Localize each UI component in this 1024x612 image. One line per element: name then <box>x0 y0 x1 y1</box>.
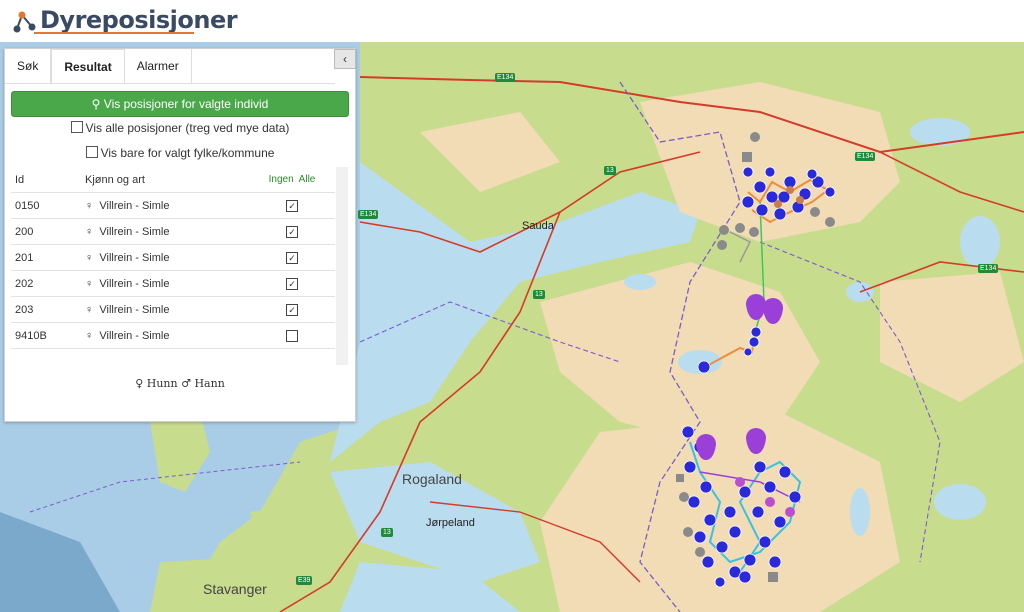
logo-underline <box>34 32 194 34</box>
species-label: Villrein - Simle <box>99 329 170 342</box>
species-label: Villrein - Simle <box>99 303 170 316</box>
species-label: Villrein - Simle <box>99 225 170 238</box>
female-icon: ♀ <box>85 199 94 212</box>
row-checkbox[interactable]: ✓ <box>286 225 298 238</box>
table-row[interactable]: 0150 ♀ Villrein - Simle ✓ <box>11 192 335 219</box>
show-all-label: Vis alle posisjoner (treg ved mye data) <box>85 121 290 135</box>
row-select: ✓ <box>249 296 335 323</box>
row-species: ♀ Villrein - Simle <box>81 322 249 349</box>
sex-legend: ♀ Hunn ♂ Hann <box>135 377 225 390</box>
place-label: Stavanger <box>203 581 267 597</box>
place-label: Jørpeland <box>426 517 475 529</box>
row-select: ✓ <box>249 270 335 297</box>
row-species: ♀ Villrein - Simle <box>81 192 249 219</box>
row-checkbox[interactable]: ✓ <box>286 277 298 290</box>
table-scrollbar[interactable] <box>336 167 348 365</box>
road-shield: 13 <box>533 290 545 299</box>
show-positions-label: Vis posisjoner for valgte individ <box>103 97 269 111</box>
road-shield: E134 <box>495 73 516 82</box>
row-id: 202 <box>11 270 81 297</box>
filter-checkbox[interactable] <box>85 146 98 158</box>
panel-tabs: Søk Resultat Alarmer <box>5 49 335 84</box>
row-select: ✓ <box>249 244 335 271</box>
select-none-link[interactable]: Ingen <box>269 174 294 185</box>
road-shield: 13 <box>381 528 393 537</box>
app-logo[interactable]: Dyreposisjoner <box>12 6 238 34</box>
row-id: 200 <box>11 218 81 245</box>
app-title: Dyreposisjoner <box>40 6 238 34</box>
show-positions-button[interactable]: ⚲ Vis posisjoner for valgte individ <box>11 91 349 117</box>
road-shield: E134 <box>978 264 999 273</box>
row-species: ♀ Villrein - Simle <box>81 244 249 271</box>
show-all-option[interactable]: Vis alle posisjoner (treg ved mye data) <box>5 121 355 135</box>
species-label: Villrein - Simle <box>99 277 170 290</box>
row-species: ♀ Villrein - Simle <box>81 218 249 245</box>
result-panel: ‹ Søk Resultat Alarmer ⚲ Vis posisjoner … <box>4 48 356 422</box>
female-icon: ♀ <box>85 225 94 238</box>
col-species-header: Kjønn og art <box>81 167 249 193</box>
app-header: Dyreposisjoner <box>0 0 1024 42</box>
row-species: ♀ Villrein - Simle <box>81 270 249 297</box>
chevron-left-icon: ‹ <box>343 52 347 66</box>
place-label: Sauda <box>522 220 554 232</box>
female-icon: ♀ <box>85 251 94 264</box>
row-checkbox[interactable]: ✓ <box>286 303 298 316</box>
female-icon: ♀ <box>85 277 94 290</box>
row-select <box>249 322 335 349</box>
table-row[interactable]: 201 ♀ Villrein - Simle ✓ <box>11 244 335 271</box>
species-label: Villrein - Simle <box>99 251 170 264</box>
row-id: 201 <box>11 244 81 271</box>
place-label: Rogaland <box>402 471 462 487</box>
table-row[interactable]: 9410B ♀ Villrein - Simle <box>11 322 335 349</box>
tab-alarmer[interactable]: Alarmer <box>125 49 192 83</box>
table-row[interactable]: 202 ♀ Villrein - Simle ✓ <box>11 270 335 297</box>
filter-label: Vis bare for valgt fylke/kommune <box>100 146 275 160</box>
tab-sok[interactable]: Søk <box>5 49 52 83</box>
row-id: 9410B <box>11 322 81 349</box>
filter-option[interactable]: Vis bare for valgt fylke/kommune <box>5 146 355 160</box>
select-all-link[interactable]: Alle <box>299 174 316 185</box>
row-select: ✓ <box>249 192 335 219</box>
female-icon: ♀ <box>85 303 94 316</box>
road-shield: E134 <box>358 210 379 219</box>
row-checkbox[interactable]: ✓ <box>286 251 298 264</box>
table-header: Id Kjønn og art Ingen Alle <box>11 167 335 193</box>
road-shield: 13 <box>604 166 616 175</box>
row-id: 203 <box>11 296 81 323</box>
logo-icon <box>13 11 36 33</box>
row-checkbox[interactable] <box>286 329 298 342</box>
female-icon: ♀ <box>85 329 94 342</box>
individuals-table: Id Kjønn og art Ingen Alle 0150 ♀ Villrei… <box>11 167 335 349</box>
table-row[interactable]: 203 ♀ Villrein - Simle ✓ <box>11 296 335 323</box>
row-select: ✓ <box>249 218 335 245</box>
species-label: Villrein - Simle <box>99 199 170 212</box>
show-all-checkbox[interactable] <box>70 121 83 133</box>
row-checkbox[interactable]: ✓ <box>286 199 298 212</box>
row-id: 0150 <box>11 192 81 219</box>
row-species: ♀ Villrein - Simle <box>81 296 249 323</box>
road-shield: E134 <box>855 152 876 161</box>
map-marker-icon: ⚲ <box>91 97 104 111</box>
col-id-header: Id <box>11 167 81 193</box>
road-shield: E39 <box>296 576 313 585</box>
table-row[interactable]: 200 ♀ Villrein - Simle ✓ <box>11 218 335 245</box>
select-links: Ingen Alle <box>249 167 335 193</box>
tab-resultat[interactable]: Resultat <box>51 49 125 83</box>
collapse-panel-button[interactable]: ‹ <box>334 49 356 69</box>
